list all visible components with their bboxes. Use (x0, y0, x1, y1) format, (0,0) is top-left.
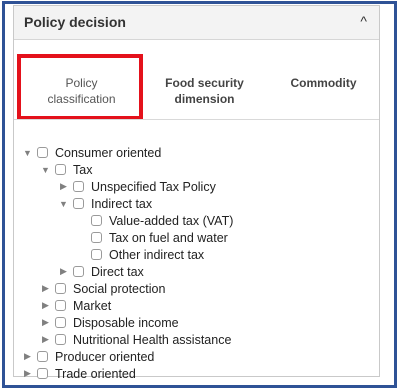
expand-icon[interactable]: ▼ (23, 148, 32, 158)
expand-icon[interactable]: ▼ (59, 199, 68, 209)
expand-icon[interactable]: ▶ (41, 334, 50, 345)
tree-item[interactable]: ▶ Direct tax (59, 263, 144, 280)
checkbox[interactable] (55, 164, 66, 175)
checkbox[interactable] (37, 147, 48, 158)
expand-icon[interactable]: ▶ (41, 317, 50, 328)
highlight-box (17, 54, 143, 120)
tree-item-label: Tax (73, 162, 93, 177)
tree-item-label: Indirect tax (91, 196, 153, 211)
checkbox[interactable] (37, 368, 48, 379)
tab-bar: Policy classification Food security dime… (14, 40, 379, 120)
checkbox[interactable] (55, 300, 66, 311)
tree-item[interactable]: ▶ Unspecified Tax Policy (59, 178, 216, 195)
tree-item-label: Direct tax (91, 264, 144, 279)
tree-item[interactable]: ▼ Consumer oriented (23, 144, 161, 161)
expand-icon[interactable]: ▶ (59, 266, 68, 277)
tab-food-security-dimension[interactable]: Food security dimension (152, 75, 257, 107)
expand-icon[interactable]: ▶ (41, 300, 50, 311)
tree-item[interactable]: Tax on fuel and water (77, 229, 228, 246)
tree-item-label: Other indirect tax (109, 247, 205, 262)
tree-item[interactable]: Value-added tax (VAT) (77, 212, 233, 229)
tree-item[interactable]: ▶ Trade oriented (23, 365, 136, 382)
tree-item[interactable]: ▶ Disposable income (41, 314, 179, 331)
checkbox[interactable] (91, 249, 102, 260)
tree-item[interactable]: ▶ Market (41, 297, 111, 314)
checkbox[interactable] (91, 232, 102, 243)
tab-label-line2: dimension (174, 92, 235, 106)
tree-item[interactable]: ▼ Tax (41, 161, 92, 178)
checkbox[interactable] (73, 266, 84, 277)
tree-item[interactable]: ▶ Producer oriented (23, 348, 154, 365)
expand-icon[interactable]: ▶ (23, 368, 32, 379)
tree-item[interactable]: ▶ Social protection (41, 280, 165, 297)
checkbox[interactable] (73, 181, 84, 192)
expand-icon[interactable]: ▶ (23, 351, 32, 362)
tree-item-label: Consumer oriented (55, 145, 162, 160)
tab-label-line1: Commodity (290, 76, 357, 90)
expand-icon[interactable]: ▼ (41, 165, 50, 175)
tree-item-label: Trade oriented (55, 366, 136, 381)
tree-item-label: Disposable income (73, 315, 179, 330)
tree-item[interactable]: Other indirect tax (77, 246, 204, 263)
tab-divider (14, 119, 379, 120)
tree-item-label: Tax on fuel and water (109, 230, 228, 245)
panel-header[interactable]: Policy decision ^ (14, 6, 379, 40)
expand-icon[interactable]: ▶ (41, 283, 50, 294)
checkbox[interactable] (37, 351, 48, 362)
checkbox[interactable] (55, 317, 66, 328)
panel-title: Policy decision (24, 14, 126, 30)
collapse-caret-icon[interactable]: ^ (360, 13, 367, 29)
tree-item[interactable]: ▶ Nutritional Health assistance (41, 331, 231, 348)
tree-item-label: Value-added tax (VAT) (109, 213, 234, 228)
tree-item-label: Nutritional Health assistance (73, 332, 232, 347)
checkbox[interactable] (73, 198, 84, 209)
tree-item-label: Producer oriented (55, 349, 155, 364)
expand-icon[interactable]: ▶ (59, 181, 68, 192)
tree-item[interactable]: ▼ Indirect tax (59, 195, 152, 212)
checkbox[interactable] (91, 215, 102, 226)
tree-item-label: Social protection (73, 281, 166, 296)
policy-decision-panel: Policy decision ^ Policy classification … (13, 5, 380, 381)
tree-item-label: Market (73, 298, 112, 313)
checkbox[interactable] (55, 283, 66, 294)
checkbox[interactable] (55, 334, 66, 345)
tab-label-line1: Food security (165, 76, 244, 90)
tab-commodity[interactable]: Commodity (276, 75, 371, 91)
tree-item-label: Unspecified Tax Policy (91, 179, 216, 194)
